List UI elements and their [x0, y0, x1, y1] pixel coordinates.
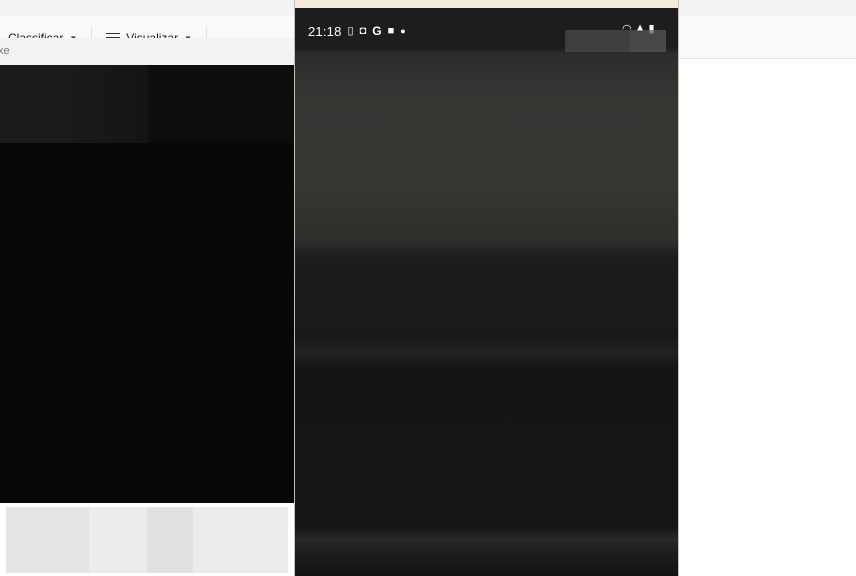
console-title: xe: [0, 45, 10, 57]
dot-icon: ●: [400, 26, 406, 36]
obscured-region: [565, 30, 630, 52]
note-icon: ■: [387, 24, 395, 37]
console-titlebar[interactable]: xe: [0, 38, 294, 66]
status-time: 21:18: [308, 23, 342, 39]
thumbnail[interactable]: [147, 507, 193, 573]
sim-icon: ▯: [347, 24, 354, 37]
preview-strip: [0, 503, 294, 576]
console-output-block: [0, 65, 294, 143]
thumbnail[interactable]: [193, 507, 288, 573]
console-body[interactable]: [0, 143, 294, 503]
thumbnail[interactable]: [6, 507, 89, 573]
thumbnail[interactable]: [89, 507, 147, 573]
bag-icon: ◘: [359, 24, 367, 37]
google-icon: G: [372, 24, 382, 38]
console-window[interactable]: xe: [0, 38, 294, 503]
obscured-region: [630, 30, 666, 52]
phone-status-bar: 21:18 ▯ ◘ G ■ ●: [308, 21, 406, 41]
phone-screen[interactable]: [295, 8, 678, 576]
